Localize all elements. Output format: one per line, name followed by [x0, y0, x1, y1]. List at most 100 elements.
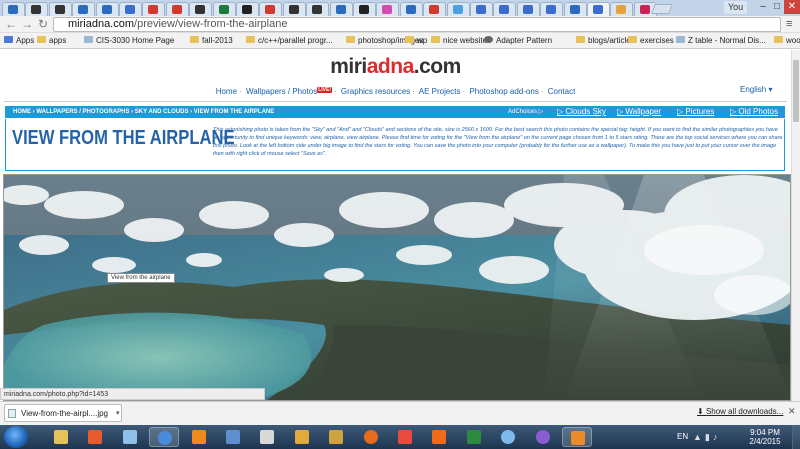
browser-tab[interactable]: [306, 2, 330, 16]
nav-photoshop-addons[interactable]: Photoshop add-ons: [469, 87, 538, 96]
bookmark-1[interactable]: apps: [37, 33, 66, 49]
browser-tab[interactable]: [236, 2, 259, 16]
user-profile-button[interactable]: You: [724, 1, 748, 14]
reload-button[interactable]: ↻: [36, 17, 50, 31]
browser-tab[interactable]: [259, 2, 283, 16]
taskbar-app[interactable]: [184, 427, 214, 447]
bookmark-label: apps: [49, 36, 67, 45]
close-icon[interactable]: ✕: [788, 406, 796, 417]
nav-contact[interactable]: Contact: [548, 87, 576, 96]
nav-ae-projects[interactable]: AE Projects: [419, 87, 461, 96]
menu-icon[interactable]: ≡: [786, 18, 796, 30]
taskbar-app[interactable]: [218, 427, 248, 447]
bookmark-8[interactable]: Adapter Pattern: [484, 33, 552, 49]
browser-tab[interactable]: [119, 2, 142, 16]
clock[interactable]: 9:04 PM 2/4/2015: [745, 428, 785, 446]
chevron-down-icon[interactable]: ▾: [116, 405, 120, 422]
browser-tab[interactable]: [142, 2, 166, 16]
taskbar-app[interactable]: [252, 427, 282, 447]
browser-tab[interactable]: [493, 2, 517, 16]
address-bar[interactable]: miriadna.com/preview/view-from-the-airpl…: [53, 17, 781, 32]
paint-icon: [260, 430, 275, 444]
bookmark-11[interactable]: Z table - Normal Dis...: [676, 33, 766, 49]
browser-tab[interactable]: [72, 2, 96, 16]
taskbar-app[interactable]: [424, 427, 454, 447]
browser-tab[interactable]: [470, 2, 493, 16]
adchoices-label[interactable]: AdChoices ▷: [508, 106, 543, 118]
taskbar-app[interactable]: [390, 427, 420, 447]
browser-tab[interactable]: [282, 2, 306, 16]
browser-tab[interactable]: [399, 2, 423, 16]
airplane-view-image[interactable]: [4, 175, 791, 401]
browser-tab[interactable]: [376, 2, 400, 16]
minimize-button[interactable]: –: [756, 0, 770, 14]
nav-home[interactable]: Home: [216, 87, 237, 96]
taskbar-app[interactable]: [321, 427, 351, 447]
folder-icon: [37, 36, 46, 44]
bookmark-12[interactable]: woocommerce: [774, 33, 800, 49]
bookmark-7[interactable]: nice websites: [431, 33, 491, 49]
back-button[interactable]: ←: [4, 17, 18, 31]
browser-tab[interactable]: [189, 2, 213, 16]
taskbar-app[interactable]: [115, 427, 145, 447]
taskbar-app[interactable]: [528, 427, 558, 447]
taskbar-app[interactable]: [287, 427, 317, 447]
apps-grid-icon: [4, 36, 13, 44]
maximize-button[interactable]: □: [770, 0, 784, 14]
download-item[interactable]: View-from-the-airpl....jpg ▾: [4, 404, 122, 422]
close-window-button[interactable]: ✕: [784, 0, 800, 14]
show-all-downloads-link[interactable]: ⬇ Show all downloads...: [697, 407, 783, 416]
taskbar-app[interactable]: [80, 427, 110, 447]
browser-tab[interactable]: [212, 2, 236, 16]
nav-graphics[interactable]: Graphics resources: [341, 87, 410, 96]
browser-tab[interactable]: [25, 2, 49, 16]
site-logo[interactable]: miriadna.com: [0, 55, 791, 79]
breadcrumb[interactable]: HOME › WALLPAPERS / PHOTOGRAPHS › SKY AN…: [13, 106, 274, 118]
language-select[interactable]: English ▾: [740, 85, 773, 94]
nav-wallpapers[interactable]: Wallpapers / Photos: [246, 87, 317, 96]
browser-tab[interactable]: [95, 2, 119, 16]
browser-tab[interactable]: [563, 2, 587, 16]
bookmark-0[interactable]: Apps: [4, 33, 34, 49]
taskbar-app[interactable]: [562, 427, 592, 447]
scrollbar-thumb[interactable]: [793, 60, 799, 122]
start-button[interactable]: [4, 426, 28, 448]
bookmark-10[interactable]: exercises: [628, 33, 674, 49]
page-scrollbar[interactable]: [791, 50, 800, 401]
bookmark-3[interactable]: fall-2013: [190, 33, 233, 49]
browser-tab[interactable]: [516, 2, 540, 16]
bookmark-label: Apps: [16, 36, 35, 45]
show-desktop-button[interactable]: [792, 425, 800, 449]
viber-icon: [535, 430, 550, 444]
taskbar-app[interactable]: [356, 427, 386, 447]
browser-tab[interactable]: [329, 2, 353, 16]
notepad-icon: [122, 430, 137, 444]
browser-tab[interactable]: [587, 2, 610, 16]
bookmark-2[interactable]: CIS-3030 Home Page: [84, 33, 174, 49]
language-indicator[interactable]: EN: [677, 432, 688, 441]
main-photo[interactable]: [3, 174, 791, 401]
browser-tab[interactable]: [540, 2, 564, 16]
new-tab-button[interactable]: [651, 4, 673, 14]
bookmark-9[interactable]: blogs/articles: [576, 33, 635, 49]
ad-link-clouds-sky[interactable]: ▷ Clouds Sky: [557, 106, 606, 118]
taskbar-app[interactable]: [493, 427, 523, 447]
ad-link-old-photos[interactable]: ▷ Old Photos: [730, 106, 778, 118]
taskbar-app[interactable]: [459, 427, 489, 447]
taskbar-app[interactable]: [46, 427, 76, 447]
browser-tab[interactable]: [423, 2, 447, 16]
tray-icons[interactable]: ▲▮♪: [693, 432, 720, 443]
ad-link-wallpaper[interactable]: ▷ Wallpaper: [617, 106, 661, 118]
browser-tab[interactable]: [610, 2, 634, 16]
bookmark-6[interactable]: wp: [405, 33, 427, 49]
taskbar-app[interactable]: [149, 427, 180, 447]
ad-link-pictures[interactable]: ▷ Pictures: [677, 106, 714, 118]
forward-button[interactable]: →: [20, 17, 34, 31]
browser-tab[interactable]: [48, 2, 72, 16]
browser-tab[interactable]: [165, 2, 189, 16]
breadcrumb-bar: HOME › WALLPAPERS / PHOTOGRAPHS › SKY AN…: [5, 106, 785, 118]
browser-tab[interactable]: [446, 2, 470, 16]
bookmark-4[interactable]: c/c++/parallel progr...: [246, 33, 333, 49]
browser-tab[interactable]: [353, 2, 376, 16]
browser-tab[interactable]: [2, 2, 25, 16]
